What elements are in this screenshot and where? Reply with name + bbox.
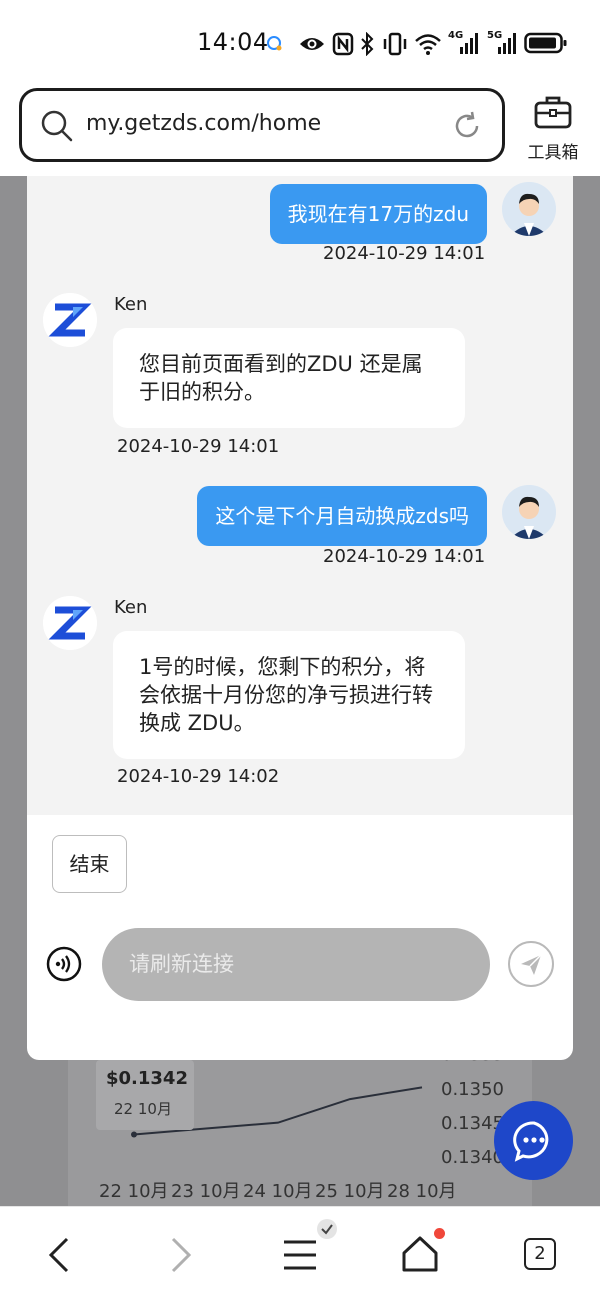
message-time: 2024-10-29 14:01: [323, 546, 486, 567]
tabs-icon: 2: [524, 1238, 556, 1270]
chat-fab-button[interactable]: [494, 1101, 573, 1180]
signal-4g-icon: [460, 33, 478, 54]
user-message: 我现在有17万的zdu: [269, 184, 487, 244]
battery-icon: [524, 32, 567, 54]
back-icon: [48, 1237, 69, 1273]
price-point: [131, 1131, 137, 1138]
toolbox-icon: [534, 96, 572, 129]
user-avatar: [502, 485, 556, 539]
menu-icon: [284, 1240, 316, 1270]
bottom-nav: 2: [0, 1206, 600, 1300]
send-icon: [521, 954, 542, 975]
menu-button[interactable]: [265, 1207, 337, 1300]
bluetooth-icon: [361, 32, 374, 56]
vibrate-icon: [383, 32, 407, 56]
tooltip-date: 22 10月: [114, 1100, 172, 1118]
agent-message: 1号的时候，您剩下的积分，将会依据十月份您的净亏损进行转换成 ZDU。: [113, 631, 465, 759]
wifi-icon: [415, 34, 441, 55]
x-tick: 28 10月: [387, 1181, 457, 1202]
agent-name: Ken: [114, 294, 148, 315]
chat-bubble-icon: [267, 36, 282, 51]
eye-icon: [300, 38, 324, 50]
agent-message: 您目前页面看到的ZDU 还是属于旧的积分。: [113, 328, 465, 428]
toolbox-button[interactable]: 工具箱: [520, 94, 586, 164]
voice-input-icon[interactable]: [46, 946, 82, 982]
status-bar: 14:04 4G 5G: [0, 0, 600, 86]
x-tick: 25 10月: [315, 1181, 385, 1202]
search-icon: [41, 110, 73, 142]
forward-icon: [171, 1237, 192, 1273]
chat-icon: [513, 1121, 549, 1162]
message-time: 2024-10-29 14:01: [117, 436, 280, 457]
y-tick: 0.1350: [441, 1079, 504, 1100]
status-time: 14:04: [197, 28, 269, 56]
user-avatar: [502, 182, 556, 236]
home-button[interactable]: [385, 1207, 455, 1300]
tab-count: 2: [534, 1243, 546, 1264]
url-text[interactable]: my.getzds.com/home: [86, 111, 321, 136]
signal-5g-icon: [498, 33, 516, 54]
x-tick: 22 10月: [99, 1181, 169, 1202]
chat-dialog: 我现在有17万的zdu 2024-10-29 14:01 Ken 您目前页面看到…: [27, 176, 573, 1060]
toolbox-label: 工具箱: [527, 143, 579, 163]
end-chat-button[interactable]: 结束: [52, 835, 127, 893]
message-input[interactable]: 请刷新连接: [102, 928, 490, 1001]
home-icon: [402, 1236, 438, 1272]
agent-avatar: [43, 293, 97, 347]
reload-icon[interactable]: [452, 111, 482, 141]
check-badge-icon: [317, 1219, 337, 1239]
tabs-button[interactable]: 2: [505, 1207, 575, 1300]
user-message: 这个是下个月自动换成zds吗: [197, 486, 487, 546]
x-tick: 23 10月: [171, 1181, 241, 1202]
address-bar[interactable]: my.getzds.com/home: [19, 88, 505, 162]
message-time: 2024-10-29 14:02: [117, 766, 280, 787]
chat-messages[interactable]: 我现在有17万的zdu 2024-10-29 14:01 Ken 您目前页面看到…: [27, 176, 573, 815]
back-button[interactable]: [25, 1207, 95, 1300]
agent-avatar: [43, 596, 97, 650]
forward-button[interactable]: [145, 1207, 215, 1300]
nfc-icon: [332, 32, 354, 56]
tooltip-price: $0.1342: [106, 1068, 188, 1089]
send-button[interactable]: [508, 941, 554, 987]
x-tick: 24 10月: [243, 1181, 313, 1202]
message-time: 2024-10-29 14:01: [323, 243, 486, 264]
notification-dot: [434, 1228, 445, 1239]
agent-name: Ken: [114, 597, 148, 618]
